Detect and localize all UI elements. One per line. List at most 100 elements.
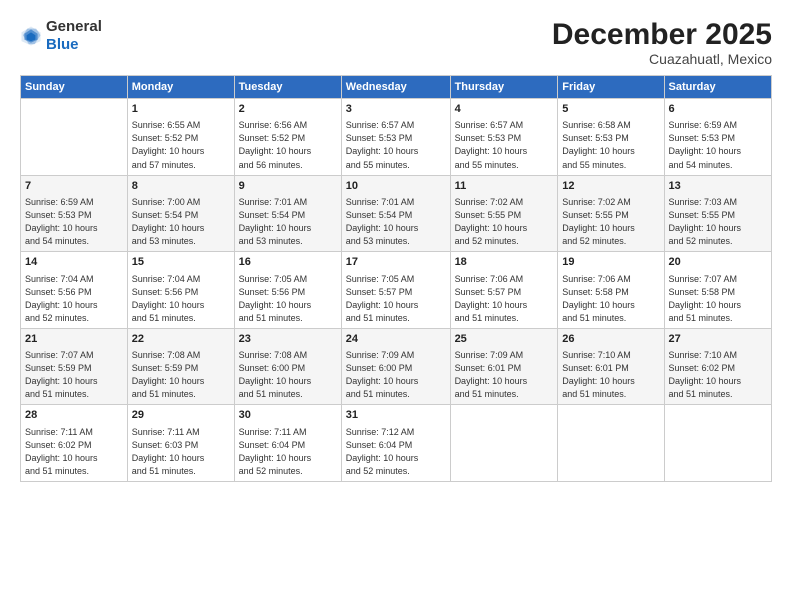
day-info: Sunrise: 7:02 AMSunset: 5:55 PMDaylight:…	[562, 196, 659, 248]
day-info: Sunrise: 7:11 AMSunset: 6:03 PMDaylight:…	[132, 426, 230, 478]
day-number: 27	[669, 332, 767, 347]
day-number: 30	[239, 408, 337, 423]
logo-general: General	[46, 18, 102, 36]
day-number: 4	[455, 102, 554, 117]
calendar-cell: 11 Sunrise: 7:02 AMSunset: 5:55 PMDayligh…	[450, 175, 558, 252]
calendar-cell: 30Sunrise: 7:11 AMSunset: 6:04 PMDayligh…	[234, 405, 341, 482]
day-number: 20	[669, 255, 767, 270]
day-info: Sunrise: 7:05 AMSunset: 5:57 PMDaylight:…	[346, 273, 446, 325]
day-number: 28	[25, 408, 123, 423]
calendar-cell: 26Sunrise: 7:10 AMSunset: 6:01 PMDayligh…	[558, 328, 664, 405]
header-row: SundayMondayTuesdayWednesdayThursdayFrid…	[21, 76, 772, 99]
title-block: December 2025 Cuazahuatl, Mexico	[552, 18, 772, 67]
calendar-cell: 6 Sunrise: 6:59 AMSunset: 5:53 PMDaylight…	[664, 99, 771, 176]
day-header-tuesday: Tuesday	[234, 76, 341, 99]
day-number: 19	[562, 255, 659, 270]
day-header-saturday: Saturday	[664, 76, 771, 99]
calendar-cell	[450, 405, 558, 482]
day-info: Sunrise: 7:08 AMSunset: 6:00 PMDaylight:…	[239, 349, 337, 401]
day-info: Sunrise: 7:11 AMSunset: 6:02 PMDaylight:…	[25, 426, 123, 478]
calendar-cell: 14Sunrise: 7:04 AMSunset: 5:56 PMDayligh…	[21, 252, 128, 329]
day-number: 13	[669, 179, 767, 194]
week-row-5: 28 Sunrise: 7:11 AMSunset: 6:02 PMDayligh…	[21, 405, 772, 482]
day-info: Sunrise: 6:58 AMSunset: 5:53 PMDaylight:…	[562, 119, 659, 171]
day-number: 21	[25, 332, 123, 347]
day-number: 7	[25, 179, 123, 194]
day-info: Sunrise: 6:56 AMSunset: 5:52 PMDaylight:…	[239, 119, 337, 171]
calendar-cell: 19 Sunrise: 7:06 AMSunset: 5:58 PMDayligh…	[558, 252, 664, 329]
calendar-cell: 24Sunrise: 7:09 AMSunset: 6:00 PMDayligh…	[341, 328, 450, 405]
day-info: Sunrise: 7:04 AMSunset: 5:56 PMDaylight:…	[132, 273, 230, 325]
day-info: Sunrise: 6:57 AMSunset: 5:53 PMDaylight:…	[346, 119, 446, 171]
calendar-cell: 28 Sunrise: 7:11 AMSunset: 6:02 PMDayligh…	[21, 405, 128, 482]
calendar-cell: 29 Sunrise: 7:11 AMSunset: 6:03 PMDayligh…	[127, 405, 234, 482]
week-row-1: 1Sunrise: 6:55 AMSunset: 5:52 PMDaylight…	[21, 99, 772, 176]
day-info: Sunrise: 7:06 AMSunset: 5:58 PMDaylight:…	[562, 273, 659, 325]
calendar: SundayMondayTuesdayWednesdayThursdayFrid…	[20, 75, 772, 482]
day-number: 11	[455, 179, 554, 194]
day-number: 12	[562, 179, 659, 194]
day-info: Sunrise: 7:01 AMSunset: 5:54 PMDaylight:…	[346, 196, 446, 248]
day-number: 9	[239, 179, 337, 194]
day-number: 2	[239, 102, 337, 117]
day-number: 6	[669, 102, 767, 117]
logo-blue: Blue	[46, 36, 102, 54]
day-number: 26	[562, 332, 659, 347]
day-info: Sunrise: 7:00 AMSunset: 5:54 PMDaylight:…	[132, 196, 230, 248]
header: General Blue December 2025 Cuazahuatl, M…	[20, 18, 772, 67]
calendar-cell: 22Sunrise: 7:08 AMSunset: 5:59 PMDayligh…	[127, 328, 234, 405]
day-info: Sunrise: 7:09 AMSunset: 6:01 PMDaylight:…	[455, 349, 554, 401]
calendar-cell: 25Sunrise: 7:09 AMSunset: 6:01 PMDayligh…	[450, 328, 558, 405]
calendar-cell: 8Sunrise: 7:00 AMSunset: 5:54 PMDaylight…	[127, 175, 234, 252]
week-row-4: 21 Sunrise: 7:07 AMSunset: 5:59 PMDayligh…	[21, 328, 772, 405]
day-header-friday: Friday	[558, 76, 664, 99]
day-info: Sunrise: 6:59 AMSunset: 5:53 PMDaylight:…	[25, 196, 123, 248]
day-info: Sunrise: 7:01 AMSunset: 5:54 PMDaylight:…	[239, 196, 337, 248]
day-info: Sunrise: 7:12 AMSunset: 6:04 PMDaylight:…	[346, 426, 446, 478]
day-number: 31	[346, 408, 446, 423]
calendar-cell	[558, 405, 664, 482]
calendar-cell: 20 Sunrise: 7:07 AMSunset: 5:58 PMDayligh…	[664, 252, 771, 329]
day-info: Sunrise: 7:07 AMSunset: 5:58 PMDaylight:…	[669, 273, 767, 325]
day-number: 5	[562, 102, 659, 117]
calendar-cell: 12 Sunrise: 7:02 AMSunset: 5:55 PMDayligh…	[558, 175, 664, 252]
day-number: 15	[132, 255, 230, 270]
day-info: Sunrise: 7:08 AMSunset: 5:59 PMDaylight:…	[132, 349, 230, 401]
day-header-sunday: Sunday	[21, 76, 128, 99]
logo-icon	[20, 25, 42, 47]
day-info: Sunrise: 7:02 AMSunset: 5:55 PMDaylight:…	[455, 196, 554, 248]
day-number: 16	[239, 255, 337, 270]
calendar-cell: 3Sunrise: 6:57 AMSunset: 5:53 PMDaylight…	[341, 99, 450, 176]
day-number: 29	[132, 408, 230, 423]
day-info: Sunrise: 6:57 AMSunset: 5:53 PMDaylight:…	[455, 119, 554, 171]
calendar-cell	[664, 405, 771, 482]
day-info: Sunrise: 7:10 AMSunset: 6:02 PMDaylight:…	[669, 349, 767, 401]
calendar-cell: 2 Sunrise: 6:56 AMSunset: 5:52 PMDaylight…	[234, 99, 341, 176]
location: Cuazahuatl, Mexico	[552, 51, 772, 67]
day-number: 1	[132, 102, 230, 117]
logo-text: General Blue	[46, 18, 102, 54]
calendar-cell: 5 Sunrise: 6:58 AMSunset: 5:53 PMDaylight…	[558, 99, 664, 176]
calendar-cell	[21, 99, 128, 176]
calendar-cell: 18Sunrise: 7:06 AMSunset: 5:57 PMDayligh…	[450, 252, 558, 329]
calendar-cell: 13 Sunrise: 7:03 AMSunset: 5:55 PMDayligh…	[664, 175, 771, 252]
calendar-cell: 4 Sunrise: 6:57 AMSunset: 5:53 PMDaylight…	[450, 99, 558, 176]
month-title: December 2025	[552, 18, 772, 51]
calendar-cell: 16 Sunrise: 7:05 AMSunset: 5:56 PMDayligh…	[234, 252, 341, 329]
day-info: Sunrise: 6:59 AMSunset: 5:53 PMDaylight:…	[669, 119, 767, 171]
calendar-cell: 7 Sunrise: 6:59 AMSunset: 5:53 PMDaylight…	[21, 175, 128, 252]
day-info: Sunrise: 7:07 AMSunset: 5:59 PMDaylight:…	[25, 349, 123, 401]
calendar-cell: 1Sunrise: 6:55 AMSunset: 5:52 PMDaylight…	[127, 99, 234, 176]
calendar-cell: 27 Sunrise: 7:10 AMSunset: 6:02 PMDayligh…	[664, 328, 771, 405]
week-row-3: 14Sunrise: 7:04 AMSunset: 5:56 PMDayligh…	[21, 252, 772, 329]
calendar-cell: 21 Sunrise: 7:07 AMSunset: 5:59 PMDayligh…	[21, 328, 128, 405]
day-number: 18	[455, 255, 554, 270]
page: General Blue December 2025 Cuazahuatl, M…	[0, 0, 792, 612]
calendar-cell: 9 Sunrise: 7:01 AMSunset: 5:54 PMDaylight…	[234, 175, 341, 252]
day-info: Sunrise: 7:03 AMSunset: 5:55 PMDaylight:…	[669, 196, 767, 248]
day-info: Sunrise: 7:09 AMSunset: 6:00 PMDaylight:…	[346, 349, 446, 401]
day-info: Sunrise: 7:05 AMSunset: 5:56 PMDaylight:…	[239, 273, 337, 325]
day-number: 23	[239, 332, 337, 347]
day-number: 10	[346, 179, 446, 194]
calendar-cell: 23 Sunrise: 7:08 AMSunset: 6:00 PMDayligh…	[234, 328, 341, 405]
